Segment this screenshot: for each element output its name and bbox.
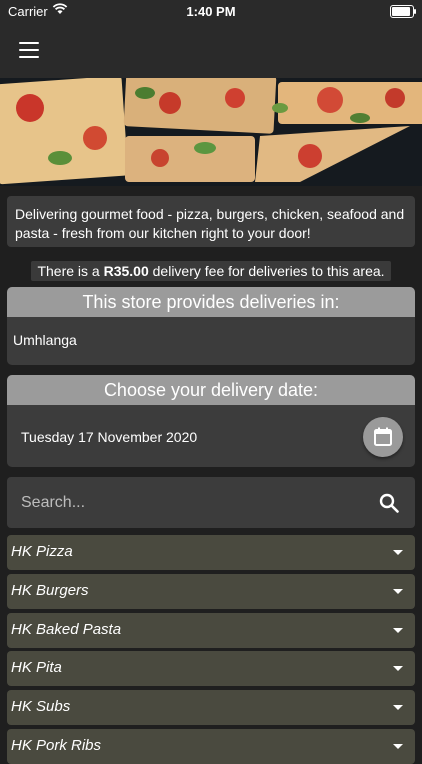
chevron-down-icon xyxy=(393,550,403,555)
category-label: HK Pizza xyxy=(11,543,73,560)
delivery-date-value[interactable]: Tuesday 17 November 2020 xyxy=(21,429,197,445)
calendar-button[interactable] xyxy=(363,417,403,457)
category-label: HK Burgers xyxy=(11,582,89,599)
menu-icon[interactable] xyxy=(19,42,39,58)
category-item[interactable]: HK Subs xyxy=(7,690,415,725)
category-item[interactable]: HK Pork Ribs xyxy=(7,729,415,764)
calendar-icon xyxy=(374,427,392,446)
hero-image xyxy=(0,78,422,186)
fee-suffix: delivery fee for deliveries to this area… xyxy=(152,263,385,279)
delivery-date-panel: Choose your delivery date: Tuesday 17 No… xyxy=(7,375,415,467)
nav-bar xyxy=(0,24,422,78)
delivery-areas-header: This store provides deliveries in: xyxy=(7,287,415,317)
store-description-text: Delivering gourmet food - pizza, burgers… xyxy=(15,206,405,241)
fee-prefix: There is a xyxy=(37,263,100,279)
search-icon[interactable] xyxy=(379,493,399,513)
battery-icon xyxy=(390,5,416,18)
category-item[interactable]: HK Pita xyxy=(7,651,415,686)
delivery-areas-panel: This store provides deliveries in: Umhla… xyxy=(7,287,415,365)
category-label: HK Pita xyxy=(11,659,62,676)
chevron-down-icon xyxy=(393,628,403,633)
category-label: HK Baked Pasta xyxy=(11,621,122,638)
category-item[interactable]: HK Baked Pasta xyxy=(7,613,415,648)
store-description: Delivering gourmet food - pizza, burgers… xyxy=(7,196,415,247)
chevron-down-icon xyxy=(393,666,403,671)
status-bar: Carrier 1:40 PM xyxy=(0,0,422,24)
category-label: HK Subs xyxy=(11,698,71,715)
search-input[interactable] xyxy=(19,490,353,516)
chevron-down-icon xyxy=(393,589,403,594)
fee-amount: R35.00 xyxy=(103,263,149,279)
search-bar xyxy=(7,477,415,528)
delivery-area: Umhlanga xyxy=(13,332,77,348)
delivery-fee-notice: There is a R35.00 delivery fee for deliv… xyxy=(0,261,422,281)
chevron-down-icon xyxy=(393,744,403,749)
category-item[interactable]: HK Pizza xyxy=(7,535,415,570)
clock: 1:40 PM xyxy=(186,4,236,19)
category-label: HK Pork Ribs xyxy=(11,737,102,754)
category-item[interactable]: HK Burgers xyxy=(7,574,415,609)
chevron-down-icon xyxy=(393,705,403,710)
delivery-date-header: Choose your delivery date: xyxy=(7,375,415,405)
